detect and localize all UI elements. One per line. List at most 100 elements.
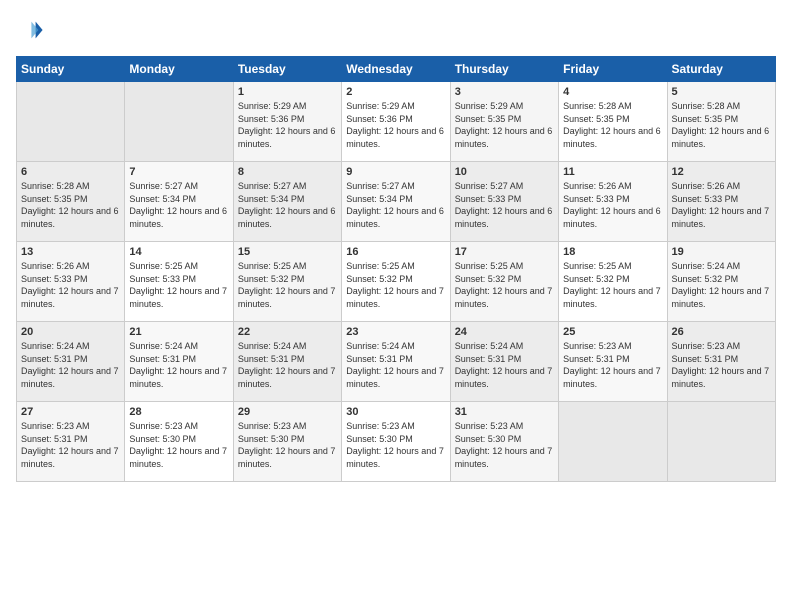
day-info: Sunrise: 5:25 AMSunset: 5:32 PMDaylight:…	[563, 260, 662, 310]
day-number: 24	[455, 326, 554, 338]
day-number: 21	[129, 326, 228, 338]
day-cell: 29Sunrise: 5:23 AMSunset: 5:30 PMDayligh…	[233, 402, 341, 482]
day-number: 12	[672, 166, 771, 178]
day-info: Sunrise: 5:24 AMSunset: 5:31 PMDaylight:…	[346, 340, 445, 390]
day-cell: 25 Sunrise: 5:23 AMSunset: 5:31 PMDayligh…	[559, 322, 667, 402]
day-cell: 1 Sunrise: 5:29 AMSunset: 5:36 PMDaylight…	[233, 82, 341, 162]
day-cell: 31 Sunrise: 5:23 AMSunset: 5:30 PMDayligh…	[450, 402, 558, 482]
day-info: Sunrise: 5:27 AMSunset: 5:34 PMDaylight:…	[129, 180, 228, 230]
day-cell: 26Sunrise: 5:23 AMSunset: 5:31 PMDayligh…	[667, 322, 775, 402]
header-sunday: Sunday	[17, 57, 125, 82]
day-cell: 7 Sunrise: 5:27 AMSunset: 5:34 PMDaylight…	[125, 162, 233, 242]
day-number: 4	[563, 86, 662, 98]
day-cell: 22Sunrise: 5:24 AMSunset: 5:31 PMDayligh…	[233, 322, 341, 402]
header-monday: Monday	[125, 57, 233, 82]
day-number: 27	[21, 406, 120, 418]
day-cell: 21 Sunrise: 5:24 AMSunset: 5:31 PMDayligh…	[125, 322, 233, 402]
day-number: 18	[563, 246, 662, 258]
day-info: Sunrise: 5:23 AMSunset: 5:31 PMDaylight:…	[563, 340, 662, 390]
day-cell: 24 Sunrise: 5:24 AMSunset: 5:31 PMDayligh…	[450, 322, 558, 402]
day-info: Sunrise: 5:25 AMSunset: 5:33 PMDaylight:…	[129, 260, 228, 310]
week-row-3: 13Sunrise: 5:26 AMSunset: 5:33 PMDayligh…	[17, 242, 776, 322]
day-number: 2	[346, 86, 445, 98]
day-info: Sunrise: 5:25 AMSunset: 5:32 PMDaylight:…	[455, 260, 554, 310]
day-number: 11	[563, 166, 662, 178]
day-cell: 4 Sunrise: 5:28 AMSunset: 5:35 PMDaylight…	[559, 82, 667, 162]
day-info: Sunrise: 5:24 AMSunset: 5:31 PMDaylight:…	[129, 340, 228, 390]
day-cell: 14 Sunrise: 5:25 AMSunset: 5:33 PMDayligh…	[125, 242, 233, 322]
day-info: Sunrise: 5:28 AMSunset: 5:35 PMDaylight:…	[563, 100, 662, 150]
week-row-5: 27 Sunrise: 5:23 AMSunset: 5:31 PMDayligh…	[17, 402, 776, 482]
day-cell	[17, 82, 125, 162]
day-cell	[125, 82, 233, 162]
day-info: Sunrise: 5:23 AMSunset: 5:31 PMDaylight:…	[672, 340, 771, 390]
day-number: 6	[21, 166, 120, 178]
day-cell: 11Sunrise: 5:26 AMSunset: 5:33 PMDayligh…	[559, 162, 667, 242]
week-row-4: 20 Sunrise: 5:24 AMSunset: 5:31 PMDayligh…	[17, 322, 776, 402]
day-info: Sunrise: 5:29 AMSunset: 5:35 PMDaylight:…	[455, 100, 554, 150]
day-info: Sunrise: 5:29 AMSunset: 5:36 PMDaylight:…	[346, 100, 445, 150]
day-cell: 23 Sunrise: 5:24 AMSunset: 5:31 PMDayligh…	[342, 322, 450, 402]
day-cell: 28 Sunrise: 5:23 AMSunset: 5:30 PMDayligh…	[125, 402, 233, 482]
day-number: 7	[129, 166, 228, 178]
day-cell: 19 Sunrise: 5:24 AMSunset: 5:32 PMDayligh…	[667, 242, 775, 322]
day-info: Sunrise: 5:24 AMSunset: 5:32 PMDaylight:…	[672, 260, 771, 310]
day-number: 9	[346, 166, 445, 178]
week-row-1: 1 Sunrise: 5:29 AMSunset: 5:36 PMDaylight…	[17, 82, 776, 162]
day-info: Sunrise: 5:27 AMSunset: 5:34 PMDaylight:…	[238, 180, 337, 230]
day-number: 14	[129, 246, 228, 258]
logo	[16, 16, 48, 44]
day-number: 25	[563, 326, 662, 338]
header-wednesday: Wednesday	[342, 57, 450, 82]
day-number: 10	[455, 166, 554, 178]
day-cell: 2 Sunrise: 5:29 AMSunset: 5:36 PMDaylight…	[342, 82, 450, 162]
day-cell: 6Sunrise: 5:28 AMSunset: 5:35 PMDaylight…	[17, 162, 125, 242]
day-cell: 27 Sunrise: 5:23 AMSunset: 5:31 PMDayligh…	[17, 402, 125, 482]
header-tuesday: Tuesday	[233, 57, 341, 82]
day-info: Sunrise: 5:27 AMSunset: 5:33 PMDaylight:…	[455, 180, 554, 230]
day-cell: 20 Sunrise: 5:24 AMSunset: 5:31 PMDayligh…	[17, 322, 125, 402]
day-cell: 10 Sunrise: 5:27 AMSunset: 5:33 PMDayligh…	[450, 162, 558, 242]
day-cell: 16Sunrise: 5:25 AMSunset: 5:32 PMDayligh…	[342, 242, 450, 322]
day-info: Sunrise: 5:23 AMSunset: 5:30 PMDaylight:…	[455, 420, 554, 470]
day-info: Sunrise: 5:24 AMSunset: 5:31 PMDaylight:…	[455, 340, 554, 390]
day-info: Sunrise: 5:25 AMSunset: 5:32 PMDaylight:…	[238, 260, 337, 310]
day-cell	[667, 402, 775, 482]
day-cell: 8 Sunrise: 5:27 AMSunset: 5:34 PMDaylight…	[233, 162, 341, 242]
day-cell: 17Sunrise: 5:25 AMSunset: 5:32 PMDayligh…	[450, 242, 558, 322]
day-number: 30	[346, 406, 445, 418]
day-info: Sunrise: 5:26 AMSunset: 5:33 PMDaylight:…	[21, 260, 120, 310]
week-row-2: 6Sunrise: 5:28 AMSunset: 5:35 PMDaylight…	[17, 162, 776, 242]
day-number: 31	[455, 406, 554, 418]
header-friday: Friday	[559, 57, 667, 82]
day-number: 1	[238, 86, 337, 98]
day-cell: 9 Sunrise: 5:27 AMSunset: 5:34 PMDaylight…	[342, 162, 450, 242]
day-info: Sunrise: 5:29 AMSunset: 5:36 PMDaylight:…	[238, 100, 337, 150]
day-cell: 13Sunrise: 5:26 AMSunset: 5:33 PMDayligh…	[17, 242, 125, 322]
day-info: Sunrise: 5:24 AMSunset: 5:31 PMDaylight:…	[21, 340, 120, 390]
day-info: Sunrise: 5:27 AMSunset: 5:34 PMDaylight:…	[346, 180, 445, 230]
logo-icon	[16, 16, 44, 44]
day-number: 20	[21, 326, 120, 338]
day-info: Sunrise: 5:23 AMSunset: 5:30 PMDaylight:…	[346, 420, 445, 470]
day-cell	[559, 402, 667, 482]
header-saturday: Saturday	[667, 57, 775, 82]
day-info: Sunrise: 5:23 AMSunset: 5:30 PMDaylight:…	[238, 420, 337, 470]
day-number: 15	[238, 246, 337, 258]
day-cell: 18 Sunrise: 5:25 AMSunset: 5:32 PMDayligh…	[559, 242, 667, 322]
day-cell: 3 Sunrise: 5:29 AMSunset: 5:35 PMDaylight…	[450, 82, 558, 162]
page-header	[16, 16, 776, 44]
header-row: SundayMondayTuesdayWednesdayThursdayFrid…	[17, 57, 776, 82]
day-number: 28	[129, 406, 228, 418]
header-thursday: Thursday	[450, 57, 558, 82]
day-number: 16	[346, 246, 445, 258]
day-info: Sunrise: 5:28 AMSunset: 5:35 PMDaylight:…	[672, 100, 771, 150]
day-number: 19	[672, 246, 771, 258]
day-info: Sunrise: 5:23 AMSunset: 5:30 PMDaylight:…	[129, 420, 228, 470]
day-info: Sunrise: 5:23 AMSunset: 5:31 PMDaylight:…	[21, 420, 120, 470]
day-number: 3	[455, 86, 554, 98]
day-number: 8	[238, 166, 337, 178]
day-cell: 30 Sunrise: 5:23 AMSunset: 5:30 PMDayligh…	[342, 402, 450, 482]
day-cell: 12Sunrise: 5:26 AMSunset: 5:33 PMDayligh…	[667, 162, 775, 242]
day-number: 23	[346, 326, 445, 338]
